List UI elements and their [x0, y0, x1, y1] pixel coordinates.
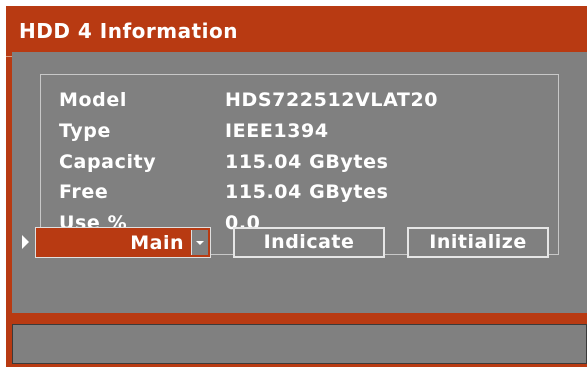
- indicate-button[interactable]: Indicate: [233, 227, 385, 258]
- model-label: Model: [59, 89, 127, 111]
- title-bar: HDD 4 Information: [6, 6, 587, 57]
- free-value: 115.04 GBytes: [225, 181, 389, 203]
- dropdown-button[interactable]: [191, 230, 208, 255]
- model-value: HDS722512VLAT20: [225, 89, 439, 111]
- chevron-down-icon: [196, 241, 204, 245]
- selector-arrow-icon: [22, 235, 29, 249]
- drive-select-value: Main: [130, 232, 184, 254]
- drive-select[interactable]: Main: [35, 227, 211, 258]
- content-area: Model HDS722512VLAT20 Type IEEE1394 Capa…: [12, 52, 587, 313]
- type-label: Type: [59, 120, 111, 142]
- hdd-info-window: HDD 4 Information Model HDS722512VLAT20 …: [0, 0, 587, 367]
- type-value: IEEE1394: [225, 120, 329, 142]
- window-title: HDD 4 Information: [19, 19, 238, 43]
- initialize-button[interactable]: Initialize: [407, 227, 549, 258]
- capacity-value: 115.04 GBytes: [225, 151, 389, 173]
- status-bar: [12, 324, 587, 364]
- free-label: Free: [59, 181, 109, 203]
- hdd-info-panel: HDD 4 Information Model HDS722512VLAT20 …: [6, 6, 587, 367]
- capacity-label: Capacity: [59, 151, 157, 173]
